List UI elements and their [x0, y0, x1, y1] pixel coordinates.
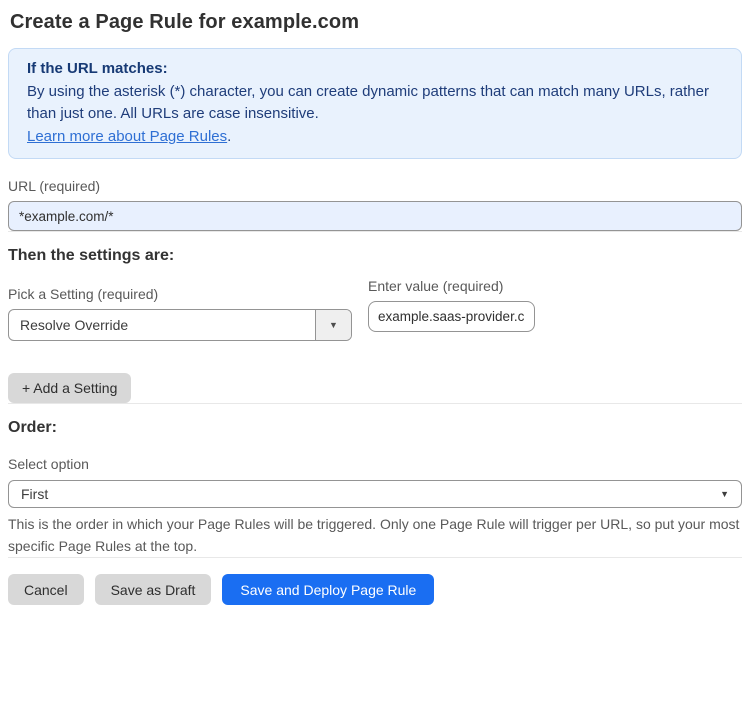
link-suffix: . — [227, 127, 232, 145]
page-title: Create a Page Rule for example.com — [10, 11, 360, 33]
settings-section-heading: Then the settings are: — [8, 247, 175, 264]
order-select-label: Select option — [8, 456, 89, 472]
section-divider — [8, 231, 742, 232]
setting-value-column: Enter value (required) — [368, 278, 535, 332]
url-input[interactable] — [8, 201, 742, 231]
settings-row: Pick a Setting (required) Resolve Overri… — [8, 265, 742, 341]
url-field-label: URL (required) — [8, 178, 101, 194]
url-match-info-box: If the URL matches: By using the asteris… — [8, 48, 742, 159]
order-help-text: This is the order in which your Page Rul… — [8, 516, 740, 554]
setting-picker-column: Pick a Setting (required) Resolve Overri… — [8, 265, 352, 341]
chevron-down-icon: ▼ — [720, 489, 729, 499]
learn-more-link[interactable]: Learn more about Page Rules — [27, 128, 227, 145]
save-draft-button[interactable]: Save as Draft — [94, 574, 212, 605]
info-box-link-line: Learn more about Page Rules. — [27, 126, 723, 149]
save-deploy-button[interactable]: Save and Deploy Page Rule — [222, 574, 435, 605]
setting-select-value: Resolve Override — [20, 317, 129, 333]
section-divider — [8, 403, 742, 404]
chevron-down-icon[interactable]: ▼ — [315, 310, 351, 340]
cancel-button[interactable]: Cancel — [8, 574, 84, 605]
order-section-heading: Order: — [8, 419, 57, 436]
value-field-label: Enter value (required) — [368, 278, 504, 294]
add-setting-button[interactable]: + Add a Setting — [8, 373, 132, 403]
order-select[interactable]: First ▼ — [8, 480, 742, 508]
setting-select[interactable]: Resolve Override ▼ — [8, 309, 352, 341]
order-select-value: First — [21, 486, 49, 502]
setting-value-input[interactable] — [368, 301, 535, 332]
actions-divider — [8, 557, 742, 558]
info-box-body: By using the asterisk (*) character, you… — [27, 82, 709, 123]
setting-select-label: Pick a Setting (required) — [8, 286, 159, 302]
actions-row: Cancel Save as Draft Save and Deploy Pag… — [8, 574, 742, 605]
info-box-heading: If the URL matches: — [27, 60, 168, 77]
